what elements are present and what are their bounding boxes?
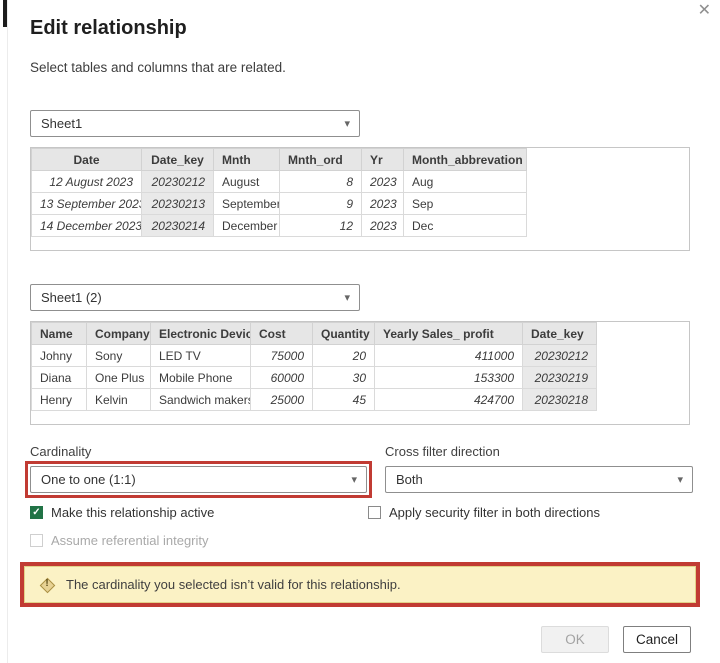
table-cell[interactable]: September <box>214 193 280 215</box>
table-cell[interactable]: 153300 <box>375 367 523 389</box>
table-row: HenryKelvinSandwich makers25000454247002… <box>32 389 597 411</box>
column-header: Company <box>87 323 151 345</box>
table-cell[interactable]: LED TV <box>151 345 251 367</box>
column-header: Date <box>32 149 142 171</box>
chevron-down-icon: ▾ <box>677 472 683 485</box>
column-header: Cost <box>251 323 313 345</box>
checkbox-apply-security-filter[interactable]: Apply security filter in both directions <box>368 505 600 520</box>
table-row: 13 September 202320230213September92023S… <box>32 193 527 215</box>
column-header: Mnth <box>214 149 280 171</box>
table-cell[interactable]: 30 <box>313 367 375 389</box>
table-row: DianaOne PlusMobile Phone600003015330020… <box>32 367 597 389</box>
cardinality-label: Cardinality <box>30 444 91 459</box>
table-cell[interactable]: 20 <box>313 345 375 367</box>
table-cell[interactable]: 20230213 <box>142 193 214 215</box>
table-cell[interactable]: Sony <box>87 345 151 367</box>
table-cell[interactable]: 2023 <box>362 171 404 193</box>
warning-text: The cardinality you selected isn’t valid… <box>66 577 401 592</box>
table-cell[interactable]: 12 <box>280 215 362 237</box>
warning-banner: ! The cardinality you selected isn’t val… <box>24 566 696 603</box>
column-header: Yearly Sales_ profit <box>375 323 523 345</box>
table-cell[interactable]: 2023 <box>362 193 404 215</box>
cross-filter-select-value: Both <box>396 472 423 487</box>
table1-preview: DateDate_keyMnthMnth_ordYrMonth_abbrevat… <box>31 148 527 237</box>
table2-select[interactable]: Sheet1 (2) ▾ <box>30 284 360 311</box>
chevron-down-icon: ▾ <box>344 116 350 129</box>
checkbox-label: Make this relationship active <box>51 505 214 520</box>
page-title: Edit relationship <box>30 17 187 40</box>
warning-highlight-frame: ! The cardinality you selected isn’t val… <box>20 562 700 607</box>
dialog-left-edge <box>7 0 8 663</box>
table-cell[interactable]: Kelvin <box>87 389 151 411</box>
table-cell[interactable]: December <box>214 215 280 237</box>
edit-relationship-dialog: ✕ Edit relationship Select tables and co… <box>0 0 720 663</box>
column-header: Mnth_ord <box>280 149 362 171</box>
column-header: Electronic Device <box>151 323 251 345</box>
table2-select-value: Sheet1 (2) <box>41 290 102 305</box>
table-cell[interactable]: 20230214 <box>142 215 214 237</box>
checkbox-make-relationship-active[interactable]: ✓ Make this relationship active <box>30 505 214 520</box>
table-cell[interactable]: 12 August 2023 <box>32 171 142 193</box>
table-cell[interactable]: 20230212 <box>523 345 597 367</box>
close-icon[interactable]: ✕ <box>695 1 714 21</box>
column-header: Name <box>32 323 87 345</box>
table-cell[interactable]: 25000 <box>251 389 313 411</box>
checkbox-label: Assume referential integrity <box>51 533 209 548</box>
table-row: 12 August 202320230212August82023Aug <box>32 171 527 193</box>
table1-select-value: Sheet1 <box>41 116 82 131</box>
column-header: Yr <box>362 149 404 171</box>
table-cell[interactable]: 8 <box>280 171 362 193</box>
table-cell[interactable]: Henry <box>32 389 87 411</box>
table-cell[interactable]: 14 December 2023 <box>32 215 142 237</box>
table-cell[interactable]: 20230219 <box>523 367 597 389</box>
table2-preview-panel: NameCompanyElectronic DeviceCostQuantity… <box>30 321 690 425</box>
table1-preview-panel: DateDate_keyMnthMnth_ordYrMonth_abbrevat… <box>30 147 690 251</box>
checkbox-icon: ✓ <box>30 506 43 519</box>
table-cell[interactable]: 20230212 <box>142 171 214 193</box>
table-cell[interactable]: Johny <box>32 345 87 367</box>
cardinality-select[interactable]: One to one (1:1) ▾ <box>30 466 367 493</box>
cancel-button[interactable]: Cancel <box>623 626 691 653</box>
table-row: JohnySonyLED TV750002041100020230212 <box>32 345 597 367</box>
checkbox-icon <box>368 506 381 519</box>
ok-button[interactable]: OK <box>541 626 609 653</box>
column-header: Date_key <box>523 323 597 345</box>
checkbox-icon <box>30 534 43 547</box>
table-cell[interactable]: 45 <box>313 389 375 411</box>
table-cell[interactable]: 60000 <box>251 367 313 389</box>
checkbox-assume-referential-integrity: Assume referential integrity <box>30 533 209 548</box>
table-cell[interactable]: 20230218 <box>523 389 597 411</box>
chevron-down-icon: ▾ <box>351 472 357 485</box>
table-cell[interactable]: 9 <box>280 193 362 215</box>
dialog-subtitle: Select tables and columns that are relat… <box>30 60 286 75</box>
table-cell[interactable]: Sandwich makers <box>151 389 251 411</box>
table-cell[interactable]: 2023 <box>362 215 404 237</box>
table-cell[interactable]: Sep <box>404 193 527 215</box>
cross-filter-label: Cross filter direction <box>385 444 500 459</box>
chevron-down-icon: ▾ <box>344 290 350 303</box>
cardinality-highlight-frame: One to one (1:1) ▾ <box>25 461 372 498</box>
cardinality-select-value: One to one (1:1) <box>41 472 136 487</box>
column-header: Date_key <box>142 149 214 171</box>
table-cell[interactable]: Mobile Phone <box>151 367 251 389</box>
warning-icon: ! <box>39 577 55 593</box>
table-cell[interactable]: 13 September 2023 <box>32 193 142 215</box>
column-header: Month_abbrevation <box>404 149 527 171</box>
table-cell[interactable]: Aug <box>404 171 527 193</box>
checkbox-label: Apply security filter in both directions <box>389 505 600 520</box>
table-cell[interactable]: 75000 <box>251 345 313 367</box>
table-cell[interactable]: 424700 <box>375 389 523 411</box>
table2-preview: NameCompanyElectronic DeviceCostQuantity… <box>31 322 597 411</box>
table-cell[interactable]: August <box>214 171 280 193</box>
table-cell[interactable]: One Plus <box>87 367 151 389</box>
table-cell[interactable]: 411000 <box>375 345 523 367</box>
table-cell[interactable]: Dec <box>404 215 527 237</box>
table-cell[interactable]: Diana <box>32 367 87 389</box>
table1-select[interactable]: Sheet1 ▾ <box>30 110 360 137</box>
table-row: 14 December 202320230214December122023De… <box>32 215 527 237</box>
cross-filter-select[interactable]: Both ▾ <box>385 466 693 493</box>
column-header: Quantity <box>313 323 375 345</box>
